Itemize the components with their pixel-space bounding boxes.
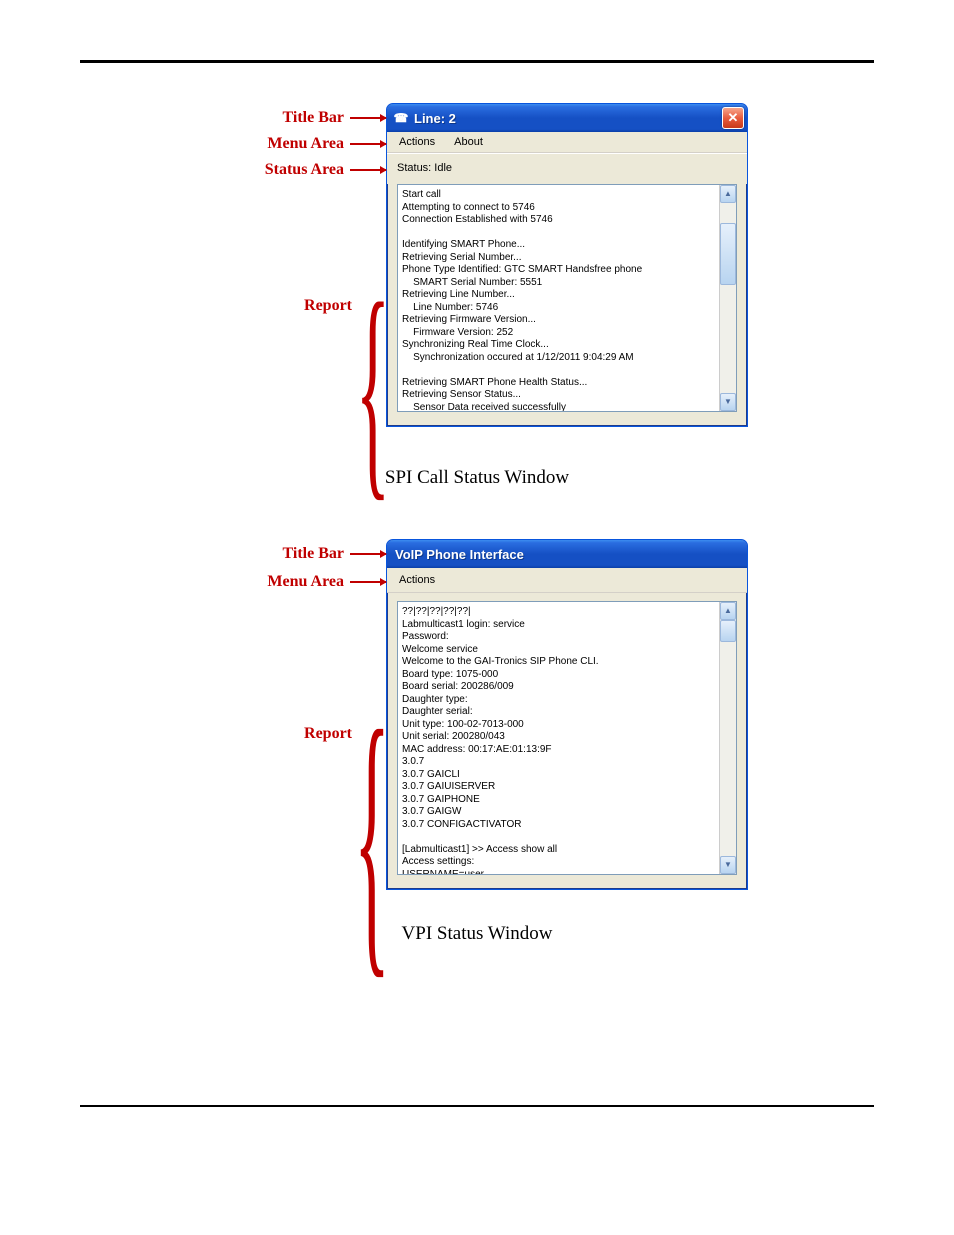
scroll-thumb[interactable] [720,223,736,285]
menu-actions[interactable]: Actions [391,572,443,588]
scroll-up-button[interactable]: ▲ [720,602,736,620]
window-titlebar[interactable]: ☎ Line: 2 ✕ [387,104,747,132]
window-title: Line: 2 [414,111,722,126]
label-status-area: Status Area [265,161,344,179]
label-menu-area: Menu Area [267,135,344,153]
scroll-track[interactable] [720,203,736,393]
report-content: Start call Attempting to connect to 5746… [398,185,719,411]
vpi-window: VoIP Phone Interface Actions ??|??|??|??… [386,539,748,890]
label-report: Report [304,297,352,315]
status-area: Status: Idle [387,153,747,184]
page-bottom-rule [80,1105,874,1107]
report-textbox[interactable]: ??|??|??|??|??| Labmulticast1 login: ser… [397,601,737,875]
scrollbar[interactable]: ▲ ▼ [719,602,736,874]
arrow-icon [350,169,386,171]
label-title-bar: Title Bar [283,109,344,127]
page-top-rule [80,60,874,63]
figure-caption: VPI Status Window [80,923,874,945]
label-report: Report [304,725,352,743]
report-textbox[interactable]: Start call Attempting to connect to 5746… [397,184,737,412]
close-icon: ✕ [728,110,739,126]
window-title: VoIP Phone Interface [395,547,744,562]
arrow-icon [350,553,386,555]
menu-about[interactable]: About [446,134,491,150]
menu-bar: Actions [387,568,747,593]
scroll-thumb[interactable] [720,620,736,642]
scrollbar[interactable]: ▲ ▼ [719,185,736,411]
scroll-down-button[interactable]: ▼ [720,856,736,874]
menu-actions[interactable]: Actions [391,134,443,150]
phone-icon: ☎ [393,110,409,126]
brace-icon: { [354,731,390,941]
figure-caption: SPI Call Status Window [80,467,874,489]
label-title-bar: Title Bar [283,545,344,563]
scroll-down-button[interactable]: ▼ [720,393,736,411]
menu-bar: Actions About [387,132,747,153]
report-content: ??|??|??|??|??| Labmulticast1 login: ser… [398,602,719,874]
arrow-icon [350,143,386,145]
figure-spi: Title Bar Menu Area Status Area { Report… [80,103,874,489]
arrow-icon [350,581,386,583]
close-button[interactable]: ✕ [722,107,744,129]
spi-window: ☎ Line: 2 ✕ Actions About Status: Idle S… [386,103,748,427]
scroll-track[interactable] [720,620,736,856]
scroll-up-button[interactable]: ▲ [720,185,736,203]
arrow-icon [350,117,386,119]
figure-vpi: Title Bar Menu Area { Report VoIP Phone … [80,539,874,945]
window-titlebar[interactable]: VoIP Phone Interface [387,540,747,568]
label-menu-area: Menu Area [267,573,344,591]
brace-icon: { [355,303,390,471]
